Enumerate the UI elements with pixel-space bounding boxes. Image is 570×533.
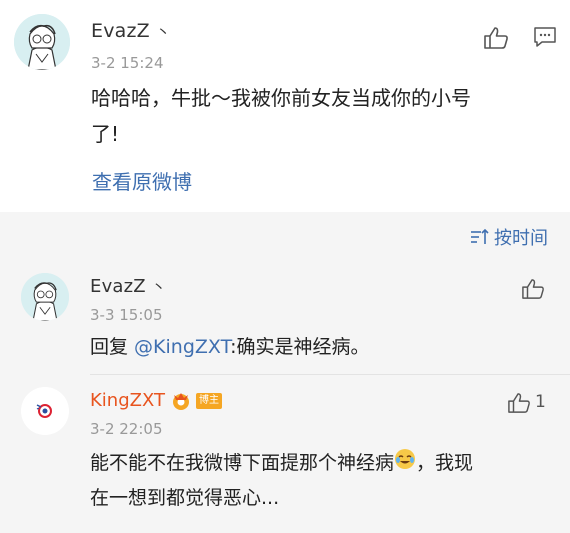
sort-bar: 按时间 (0, 212, 570, 262)
main-comment: EvazZ 丶 3-2 15:24 哈哈哈，牛批～我被你前女友当成你的小号 了!… (0, 0, 570, 212)
reply-username[interactable]: KingZXT 博主 (90, 390, 222, 411)
avatar[interactable] (21, 273, 69, 321)
target-logo-icon (21, 387, 69, 435)
avatar[interactable] (21, 387, 69, 435)
like-icon[interactable] (507, 392, 531, 418)
reply-time: 3-2 22:05 (90, 420, 163, 438)
divider (90, 374, 570, 375)
comment-username[interactable]: EvazZ 丶 (91, 20, 170, 42)
blogger-badge: 博主 (195, 392, 222, 409)
reply-text: 回复 @KingZXT:确实是神经病。 (90, 336, 370, 358)
reply-time: 3-3 15:05 (90, 306, 163, 324)
sort-by-time-button[interactable]: 按时间 (470, 224, 548, 250)
crown-fan-icon (172, 392, 189, 410)
anime-avatar-icon (21, 273, 69, 321)
reply-text: 能不能不在我微博下面提那个神经病 ，我现 在一想到都觉得恶心... (90, 446, 550, 515)
like-icon[interactable] (483, 26, 509, 54)
anime-avatar-icon (14, 14, 70, 70)
like-count: 1 (535, 392, 546, 412)
sort-icon (471, 228, 489, 244)
comment-text: 哈哈哈，牛批～我被你前女友当成你的小号 了! (91, 86, 471, 146)
comment-time: 3-2 15:24 (91, 54, 164, 72)
laugh-cry-emoji-icon (394, 447, 416, 481)
avatar[interactable] (14, 14, 70, 70)
mention-link[interactable]: @KingZXT (134, 336, 230, 358)
comment-icon[interactable] (533, 26, 557, 52)
view-original-link[interactable]: 查看原微博 (92, 166, 192, 195)
reply-username[interactable]: EvazZ 丶 (90, 276, 166, 297)
like-icon[interactable] (521, 278, 545, 304)
